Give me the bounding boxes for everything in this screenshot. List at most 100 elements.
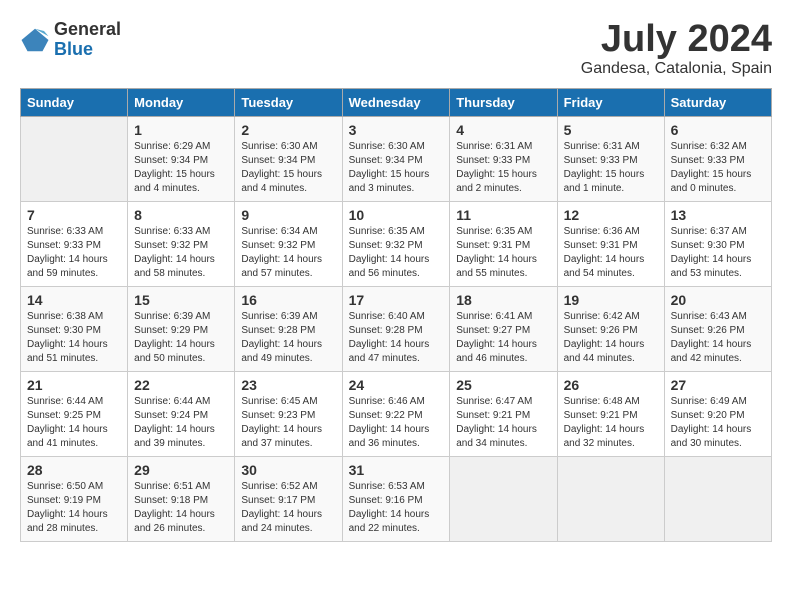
day-number: 12 (564, 207, 658, 223)
day-info: Sunrise: 6:52 AMSunset: 9:17 PMDaylight:… (241, 480, 335, 536)
day-number: 24 (349, 377, 444, 393)
day-cell: 19 Sunrise: 6:42 AMSunset: 9:26 PMDayligh… (557, 287, 664, 372)
logo: General Blue (20, 20, 121, 60)
day-info: Sunrise: 6:38 AMSunset: 9:30 PMDaylight:… (27, 310, 121, 366)
day-info: Sunrise: 6:36 AMSunset: 9:31 PMDaylight:… (564, 225, 658, 281)
day-cell: 25 Sunrise: 6:47 AMSunset: 9:21 PMDayligh… (450, 372, 557, 457)
day-number: 18 (456, 292, 550, 308)
day-info: Sunrise: 6:37 AMSunset: 9:30 PMDaylight:… (671, 225, 765, 281)
day-number: 19 (564, 292, 658, 308)
day-number: 25 (456, 377, 550, 393)
header-cell-monday: Monday (128, 89, 235, 117)
day-number: 27 (671, 377, 765, 393)
day-cell: 31 Sunrise: 6:53 AMSunset: 9:16 PMDayligh… (342, 457, 450, 542)
day-cell (664, 457, 771, 542)
day-info: Sunrise: 6:40 AMSunset: 9:28 PMDaylight:… (349, 310, 444, 366)
day-info: Sunrise: 6:30 AMSunset: 9:34 PMDaylight:… (241, 140, 335, 196)
day-info: Sunrise: 6:53 AMSunset: 9:16 PMDaylight:… (349, 480, 444, 536)
day-cell: 2 Sunrise: 6:30 AMSunset: 9:34 PMDaylight… (235, 117, 342, 202)
day-number: 26 (564, 377, 658, 393)
header-cell-tuesday: Tuesday (235, 89, 342, 117)
day-number: 31 (349, 462, 444, 478)
day-cell: 3 Sunrise: 6:30 AMSunset: 9:34 PMDaylight… (342, 117, 450, 202)
day-cell: 27Sunrise: 6:49 AMSunset: 9:20 PMDayligh… (664, 372, 771, 457)
day-cell: 28Sunrise: 6:50 AMSunset: 9:19 PMDayligh… (21, 457, 128, 542)
week-row-2: 7 Sunrise: 6:33 AMSunset: 9:33 PMDaylight… (21, 202, 772, 287)
day-number: 23 (241, 377, 335, 393)
day-cell: 30 Sunrise: 6:52 AMSunset: 9:17 PMDayligh… (235, 457, 342, 542)
day-info: Sunrise: 6:33 AMSunset: 9:32 PMDaylight:… (134, 225, 228, 281)
day-number: 1 (134, 122, 228, 138)
day-info: Sunrise: 6:32 AMSunset: 9:33 PMDaylight:… (671, 140, 765, 196)
day-info: Sunrise: 6:34 AMSunset: 9:32 PMDaylight:… (241, 225, 335, 281)
day-cell: 21 Sunrise: 6:44 AMSunset: 9:25 PMDayligh… (21, 372, 128, 457)
week-row-4: 21 Sunrise: 6:44 AMSunset: 9:25 PMDayligh… (21, 372, 772, 457)
day-info: Sunrise: 6:33 AMSunset: 9:33 PMDaylight:… (27, 225, 121, 281)
day-number: 4 (456, 122, 550, 138)
week-row-1: 1 Sunrise: 6:29 AMSunset: 9:34 PMDaylight… (21, 117, 772, 202)
day-cell: 16 Sunrise: 6:39 AMSunset: 9:28 PMDayligh… (235, 287, 342, 372)
header-cell-friday: Friday (557, 89, 664, 117)
day-info: Sunrise: 6:43 AMSunset: 9:26 PMDaylight:… (671, 310, 765, 366)
day-info: Sunrise: 6:31 AMSunset: 9:33 PMDaylight:… (564, 140, 658, 196)
day-cell: 12 Sunrise: 6:36 AMSunset: 9:31 PMDayligh… (557, 202, 664, 287)
day-number: 5 (564, 122, 658, 138)
day-number: 13 (671, 207, 765, 223)
day-number: 7 (27, 207, 121, 223)
day-cell: 9 Sunrise: 6:34 AMSunset: 9:32 PMDaylight… (235, 202, 342, 287)
day-cell (557, 457, 664, 542)
day-number: 28 (27, 462, 121, 478)
day-cell: 23 Sunrise: 6:45 AMSunset: 9:23 PMDayligh… (235, 372, 342, 457)
logo-icon (20, 25, 50, 55)
day-cell: 18Sunrise: 6:41 AMSunset: 9:27 PMDayligh… (450, 287, 557, 372)
day-number: 20 (671, 292, 765, 308)
header-cell-thursday: Thursday (450, 89, 557, 117)
week-row-3: 14Sunrise: 6:38 AMSunset: 9:30 PMDayligh… (21, 287, 772, 372)
day-info: Sunrise: 6:45 AMSunset: 9:23 PMDaylight:… (241, 395, 335, 451)
day-cell: 14Sunrise: 6:38 AMSunset: 9:30 PMDayligh… (21, 287, 128, 372)
day-info: Sunrise: 6:29 AMSunset: 9:34 PMDaylight:… (134, 140, 228, 196)
week-row-5: 28Sunrise: 6:50 AMSunset: 9:19 PMDayligh… (21, 457, 772, 542)
day-cell: 20 Sunrise: 6:43 AMSunset: 9:26 PMDayligh… (664, 287, 771, 372)
day-cell: 15Sunrise: 6:39 AMSunset: 9:29 PMDayligh… (128, 287, 235, 372)
day-info: Sunrise: 6:39 AMSunset: 9:28 PMDaylight:… (241, 310, 335, 366)
day-info: Sunrise: 6:35 AMSunset: 9:31 PMDaylight:… (456, 225, 550, 281)
day-number: 11 (456, 207, 550, 223)
day-info: Sunrise: 6:51 AMSunset: 9:18 PMDaylight:… (134, 480, 228, 536)
day-number: 21 (27, 377, 121, 393)
day-number: 16 (241, 292, 335, 308)
logo-text: General Blue (54, 20, 121, 60)
logo-general: General (54, 20, 121, 40)
month-year: July 2024 (581, 20, 772, 58)
day-cell: 4Sunrise: 6:31 AMSunset: 9:33 PMDaylight… (450, 117, 557, 202)
day-cell: 6Sunrise: 6:32 AMSunset: 9:33 PMDaylight… (664, 117, 771, 202)
day-cell: 13 Sunrise: 6:37 AMSunset: 9:30 PMDayligh… (664, 202, 771, 287)
page-header: General Blue July 2024 Gandesa, Cataloni… (20, 20, 772, 78)
day-info: Sunrise: 6:30 AMSunset: 9:34 PMDaylight:… (349, 140, 444, 196)
header-cell-wednesday: Wednesday (342, 89, 450, 117)
day-info: Sunrise: 6:44 AMSunset: 9:25 PMDaylight:… (27, 395, 121, 451)
day-number: 30 (241, 462, 335, 478)
day-number: 17 (349, 292, 444, 308)
day-number: 3 (349, 122, 444, 138)
title-block: July 2024 Gandesa, Catalonia, Spain (581, 20, 772, 78)
day-number: 10 (349, 207, 444, 223)
header-cell-sunday: Sunday (21, 89, 128, 117)
day-cell: 11 Sunrise: 6:35 AMSunset: 9:31 PMDayligh… (450, 202, 557, 287)
day-info: Sunrise: 6:42 AMSunset: 9:26 PMDaylight:… (564, 310, 658, 366)
day-info: Sunrise: 6:48 AMSunset: 9:21 PMDaylight:… (564, 395, 658, 451)
day-number: 29 (134, 462, 228, 478)
day-number: 22 (134, 377, 228, 393)
day-number: 2 (241, 122, 335, 138)
day-info: Sunrise: 6:46 AMSunset: 9:22 PMDaylight:… (349, 395, 444, 451)
day-cell (450, 457, 557, 542)
day-number: 8 (134, 207, 228, 223)
day-cell: 17 Sunrise: 6:40 AMSunset: 9:28 PMDayligh… (342, 287, 450, 372)
day-cell: 5 Sunrise: 6:31 AMSunset: 9:33 PMDaylight… (557, 117, 664, 202)
location: Gandesa, Catalonia, Spain (581, 60, 772, 78)
day-number: 9 (241, 207, 335, 223)
calendar-header-row: SundayMondayTuesdayWednesdayThursdayFrid… (21, 89, 772, 117)
day-cell: 26 Sunrise: 6:48 AMSunset: 9:21 PMDayligh… (557, 372, 664, 457)
day-info: Sunrise: 6:47 AMSunset: 9:21 PMDaylight:… (456, 395, 550, 451)
logo-blue: Blue (54, 40, 121, 60)
